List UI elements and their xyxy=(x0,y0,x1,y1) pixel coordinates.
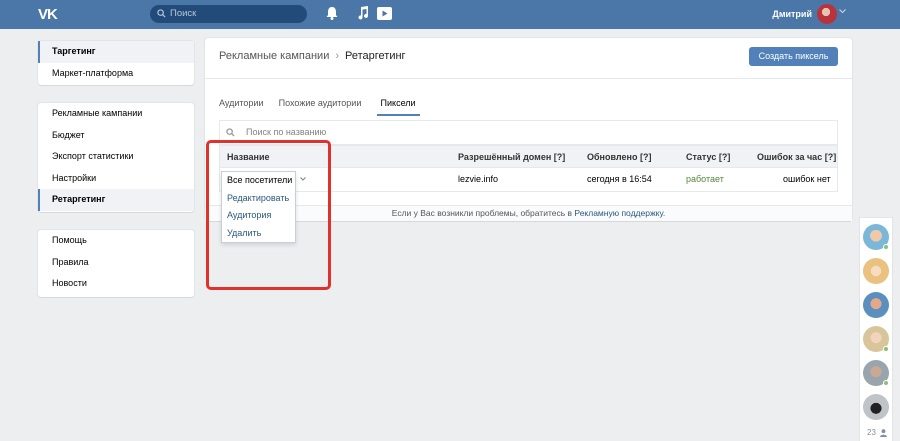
row-errors: ошибок нет xyxy=(783,174,831,184)
nav-group-targeting: Таргетинг Маркет-платформа xyxy=(38,41,194,85)
search-box[interactable]: Поиск xyxy=(150,5,307,23)
nav-item-budget[interactable]: Бюджет xyxy=(38,125,194,147)
top-bar: VK Поиск Дмитрий xyxy=(0,0,900,29)
col-errors[interactable]: Ошибок за час [?] xyxy=(757,152,836,162)
create-pixel-button[interactable]: Создать пиксель xyxy=(749,47,838,66)
support-link[interactable]: Рекламную поддержку xyxy=(574,208,662,218)
online-indicator xyxy=(883,380,889,386)
nav-item-export-stats[interactable]: Экспорт статистики xyxy=(38,146,194,168)
tab-pixels[interactable]: Пиксели xyxy=(376,98,420,116)
breadcrumb: Рекламные кампании › Ретаргетинг xyxy=(219,50,406,62)
support-note-end: . xyxy=(662,208,666,218)
nav-item-market-platform[interactable]: Маркет-платформа xyxy=(38,63,194,85)
friend-avatar[interactable] xyxy=(863,394,889,420)
col-updated[interactable]: Обновлено [?] xyxy=(587,152,651,162)
nav-item-retargeting[interactable]: Ретаргетинг xyxy=(38,189,194,211)
person-icon xyxy=(880,429,887,437)
online-indicator xyxy=(883,244,889,250)
nav-group-help: Помощь Правила Новости xyxy=(38,230,194,297)
vk-logo[interactable]: VK xyxy=(38,6,64,23)
friend-avatar[interactable] xyxy=(863,258,889,284)
nav-item-settings[interactable]: Настройки xyxy=(38,168,194,190)
tabs: Аудитории Похожие аудитории Пиксели xyxy=(219,98,432,120)
header-divider xyxy=(205,78,852,79)
chevron-down-icon[interactable] xyxy=(839,9,846,14)
nav-item-news[interactable]: Новости xyxy=(38,273,194,295)
search-placeholder: Поиск xyxy=(170,8,197,19)
tab-audiences[interactable]: Аудитории xyxy=(219,98,263,114)
search-icon xyxy=(226,128,235,137)
friends-online-count[interactable]: 23 xyxy=(867,428,876,437)
search-icon xyxy=(157,9,166,18)
bell-icon[interactable] xyxy=(326,6,338,20)
nav-item-rules[interactable]: Правила xyxy=(38,252,194,274)
user-avatar[interactable] xyxy=(817,4,837,24)
nav-group-ads: Рекламные кампании Бюджет Экспорт статис… xyxy=(38,103,194,212)
col-status[interactable]: Статус [?] xyxy=(686,152,730,162)
tab-lookalike[interactable]: Похожие аудитории xyxy=(279,98,362,114)
online-indicator xyxy=(883,346,889,352)
nav-item-targeting[interactable]: Таргетинг xyxy=(38,41,194,63)
breadcrumb-campaigns[interactable]: Рекламные кампании xyxy=(219,50,329,62)
music-icon[interactable] xyxy=(357,6,369,20)
breadcrumb-separator: › xyxy=(335,50,340,62)
breadcrumb-current: Ретаргетинг xyxy=(345,50,406,62)
friend-avatar[interactable] xyxy=(863,292,889,318)
col-domain[interactable]: Разрешённый домен [?] xyxy=(458,152,565,162)
row-updated: сегодня в 16:54 xyxy=(587,174,652,184)
user-name[interactable]: Дмитрий xyxy=(772,9,812,19)
table-search-placeholder: Поиск по названию xyxy=(246,127,327,137)
support-note-text: Если у Вас возникли проблемы, обратитесь… xyxy=(391,208,573,218)
video-icon[interactable] xyxy=(377,7,392,20)
nav-item-help[interactable]: Помощь xyxy=(38,230,194,252)
row-domain: lezvie.info xyxy=(458,174,499,184)
highlight-frame xyxy=(206,140,331,290)
nav-item-campaigns[interactable]: Рекламные кампании xyxy=(38,103,194,125)
online-friends-bar: 23 xyxy=(860,218,892,441)
row-status: работает xyxy=(686,174,724,184)
